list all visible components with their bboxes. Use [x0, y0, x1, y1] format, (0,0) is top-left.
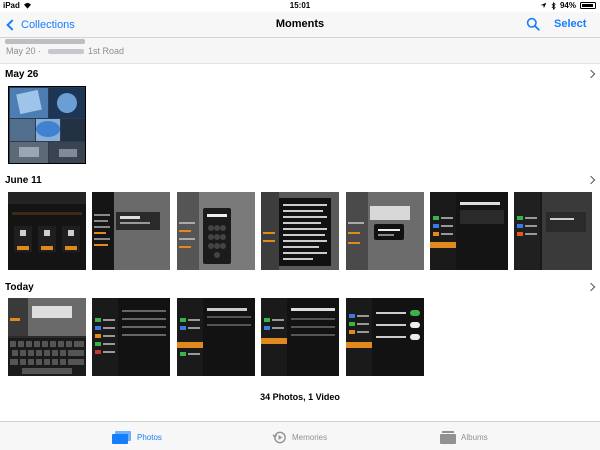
tab-bar: Photos Memories Albums	[0, 421, 600, 450]
section-title-june-11[interactable]: June 11	[5, 175, 42, 186]
chevron-left-icon	[6, 19, 18, 31]
battery-icon	[580, 2, 596, 9]
photo-thumbnail[interactable]	[8, 298, 86, 376]
section-title-may-26[interactable]: May 26	[5, 69, 38, 80]
tab-memories-label: Memories	[292, 432, 328, 442]
battery-level	[582, 4, 594, 7]
photo-thumbnail[interactable]	[514, 192, 592, 270]
location-arrow-icon	[540, 2, 547, 9]
photo-thumbnail[interactable]	[261, 298, 339, 376]
photo-count-summary: 34 Photos, 1 Video	[260, 392, 340, 402]
bluetooth-icon	[551, 1, 556, 10]
photo-thumbnail[interactable]	[346, 298, 424, 376]
moment-place: 1st Road	[88, 46, 125, 56]
status-right: 94%	[540, 1, 596, 10]
navigation-bar: Collections Moments Select	[0, 12, 600, 38]
memories-icon	[272, 431, 286, 443]
tab-memories[interactable]: Memories	[272, 427, 327, 447]
select-button[interactable]: Select	[554, 18, 586, 30]
photo-thumbnail[interactable]	[8, 192, 86, 270]
chevron-right-icon[interactable]	[586, 175, 596, 185]
photo-thumbnail[interactable]	[346, 192, 424, 270]
moment-date: May 20	[6, 46, 36, 56]
battery-percent: 94%	[559, 1, 576, 10]
photo-thumbnail[interactable]	[430, 192, 508, 270]
tab-photos[interactable]: Photos	[112, 427, 162, 447]
page-title: Moments	[275, 18, 325, 30]
chevron-right-icon[interactable]	[586, 69, 596, 79]
back-button-label: Collections	[21, 19, 75, 31]
tab-albums-label: Albums	[461, 432, 488, 442]
photo-thumbnail[interactable]	[8, 86, 86, 164]
redacted-text	[48, 49, 84, 54]
photo-thumbnail[interactable]	[177, 298, 255, 376]
photo-thumbnail[interactable]	[92, 298, 170, 376]
collections-back-button[interactable]: Collections	[4, 15, 75, 35]
status-time: 15:01	[289, 1, 311, 10]
photos-stack-icon	[112, 430, 131, 444]
photo-thumbnail[interactable]	[92, 192, 170, 270]
chevron-right-icon[interactable]	[586, 282, 596, 292]
tab-albums[interactable]: Albums	[440, 427, 488, 447]
section-title-today[interactable]: Today	[5, 282, 34, 293]
redacted-text	[5, 39, 85, 44]
photo-thumbnail[interactable]	[261, 192, 339, 270]
photo-thumbnail[interactable]	[177, 192, 255, 270]
tab-photos-label: Photos	[137, 432, 162, 442]
status-bar: iPad 15:01 94%	[0, 0, 600, 12]
moment-location-header[interactable]: May 20 · 1st Road	[0, 38, 600, 64]
search-icon[interactable]	[526, 17, 540, 31]
albums-icon	[440, 430, 456, 444]
moment-separator: ·	[38, 46, 41, 56]
